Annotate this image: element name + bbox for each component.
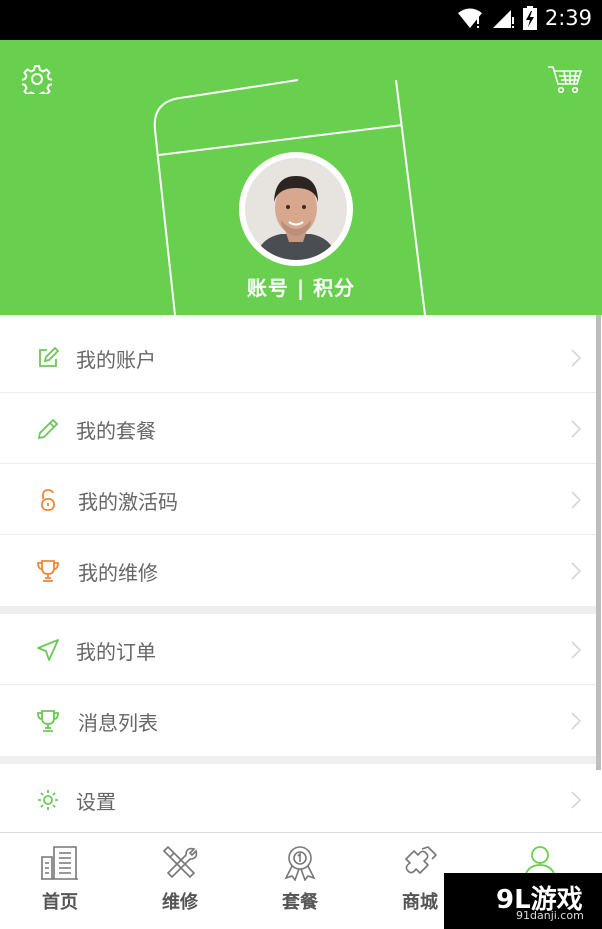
menu-label: 我的订单 [76, 640, 156, 664]
section-divider [0, 756, 598, 764]
account-points-label[interactable]: 账号 | 积分 [0, 272, 602, 301]
scrollbar[interactable] [596, 315, 601, 770]
menu-item-repair[interactable]: 我的维修 [0, 535, 598, 606]
tab-home[interactable]: 首页 [0, 833, 120, 929]
chevron-right-icon [571, 641, 582, 659]
tab-label: 首页 [42, 892, 78, 913]
signal-icon [492, 10, 514, 28]
section-divider [0, 606, 598, 614]
menu-label: 我的套餐 [76, 419, 156, 443]
chevron-right-icon [571, 420, 582, 438]
chevron-right-icon [571, 712, 582, 730]
menu-label: 设置 [76, 790, 116, 814]
settings-gear-icon[interactable] [22, 64, 52, 94]
tools-icon [162, 845, 198, 879]
status-icons: 2:39 [457, 6, 592, 30]
chevron-right-icon [571, 349, 582, 367]
pencil-icon [37, 418, 59, 440]
profile-header: 账号 | 积分 [0, 40, 602, 315]
battery-icon [522, 6, 537, 30]
trophy-icon [37, 560, 59, 582]
status-time: 2:39 [544, 6, 592, 30]
tab-label: 套餐 [282, 892, 318, 913]
avatar-portrait [245, 158, 347, 260]
menu-item-orders[interactable]: 我的订单 [0, 614, 598, 685]
trophy-icon [37, 710, 59, 732]
status-bar: 2:39 [0, 0, 602, 40]
menu-group-settings: 设置 [0, 764, 598, 835]
menu-group-orders: 我的订单 消息列表 [0, 614, 598, 756]
chevron-right-icon [571, 791, 582, 809]
menu-label: 我的激活码 [78, 490, 178, 514]
lock-icon [41, 489, 55, 511]
menu-item-activation-code[interactable]: 我的激活码 [0, 464, 598, 535]
medal-icon [284, 846, 316, 881]
gear-icon [38, 790, 58, 810]
menu-group-account: 我的账户 我的套餐 我的激活码 我的维修 [0, 322, 598, 606]
menu-label: 我的账户 [76, 348, 156, 372]
menu-item-account[interactable]: 我的账户 [0, 322, 598, 393]
tab-package[interactable]: 套餐 [240, 833, 360, 929]
puzzle-icon [405, 846, 437, 874]
watermark-site: 91danji.com [516, 909, 584, 922]
menu-label: 我的维修 [78, 561, 158, 585]
chevron-right-icon [571, 491, 582, 509]
menu-item-package[interactable]: 我的套餐 [0, 393, 598, 464]
shopping-cart-icon[interactable] [547, 64, 583, 94]
wifi-icon [457, 8, 482, 28]
menu-item-settings[interactable]: 设置 [0, 764, 598, 835]
edit-square-icon [39, 346, 60, 367]
chevron-right-icon [571, 562, 582, 580]
site-watermark: 9L游戏 91danji.com [444, 873, 602, 929]
navigation-arrow-icon [37, 639, 59, 661]
avatar[interactable] [239, 152, 353, 266]
menu-label: 消息列表 [78, 711, 158, 735]
buildings-icon [41, 846, 78, 880]
tab-label: 维修 [162, 892, 198, 913]
menu-item-messages[interactable]: 消息列表 [0, 685, 598, 756]
tab-repair[interactable]: 维修 [120, 833, 240, 929]
